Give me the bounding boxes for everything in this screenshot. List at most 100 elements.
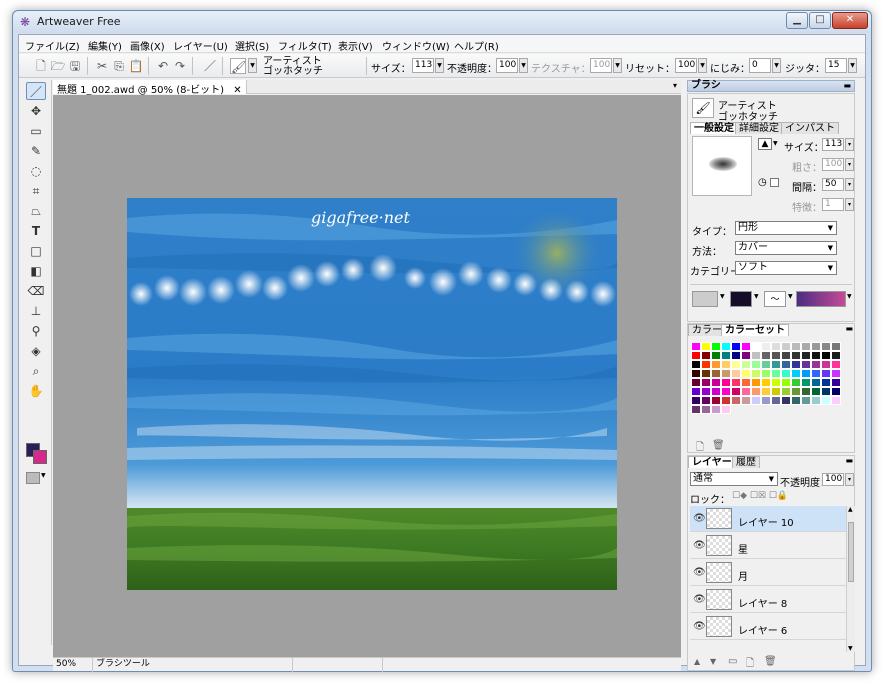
color-swatch[interactable] [811,396,821,405]
color-swatch[interactable] [741,342,751,351]
color-swatch[interactable] [791,342,801,351]
painting-canvas[interactable]: gigafree·net [127,198,618,590]
color-swatch[interactable] [731,396,741,405]
brush-size-input[interactable]: 113 [822,138,844,151]
delete-swatch-icon[interactable]: 🗑 [712,440,725,451]
brush-shape-icon[interactable]: ▲ [758,138,772,150]
color-swatch[interactable] [781,378,791,387]
layer-opacity-input[interactable]: 100 [822,473,844,486]
color-swatch[interactable] [831,351,841,360]
grain-dropdown-icon[interactable]: ▼ [720,293,725,300]
color-swatch[interactable] [741,387,751,396]
color-swatch[interactable] [721,396,731,405]
color-swatch[interactable] [721,405,731,414]
color-swatch[interactable] [771,378,781,387]
blur-input[interactable]: 0 [749,58,771,73]
brush-preset-icon[interactable]: 🖌 [692,98,714,118]
menu-help[interactable]: ヘルプ(R) [454,38,499,53]
color-swatch[interactable] [701,387,711,396]
color-swatch[interactable] [701,369,711,378]
color-swatch[interactable] [741,378,751,387]
opacity-dropdown[interactable]: ▼ [519,58,528,73]
color-swatch[interactable] [741,396,751,405]
brush-preset-dropdown[interactable]: ▼ [248,58,257,73]
eyedropper-tool-icon[interactable]: ⚲ [26,322,46,340]
pattern-dropdown-icon[interactable]: ▼ [754,293,759,300]
color-swatch[interactable] [761,342,771,351]
color-swatch[interactable] [781,351,791,360]
color-swatch[interactable] [731,351,741,360]
stroke-preview-icon[interactable]: 〜 [764,291,786,307]
pressure-checkbox[interactable] [770,178,779,187]
color-swatch[interactable] [771,360,781,369]
color-swatch[interactable] [751,351,761,360]
tab-general[interactable]: 一般設定 [690,122,738,134]
delete-layer-icon[interactable]: 🗑 [764,656,777,667]
brush-type-select[interactable]: 円形 ▼ [735,221,837,235]
visibility-eye-icon[interactable]: 👁 [693,540,706,551]
reset-input[interactable]: 100 [675,58,697,73]
layer-up-icon[interactable]: ▲ [694,657,700,666]
color-swatch[interactable] [721,351,731,360]
new-file-icon[interactable]: 🗋 [33,58,49,74]
color-swatch[interactable] [781,396,791,405]
color-swatch[interactable] [821,342,831,351]
visibility-eye-icon[interactable]: 👁 [693,513,706,524]
color-swatch[interactable] [811,351,821,360]
scroll-up-icon[interactable]: ▲ [848,506,853,513]
color-swatch[interactable] [791,387,801,396]
color-swatch[interactable] [821,369,831,378]
color-swatch[interactable] [711,342,721,351]
reset-dropdown[interactable]: ▼ [698,58,707,73]
menu-layer[interactable]: レイヤー(U) [173,38,228,53]
layer-row[interactable]: 👁 レイヤー 10 [690,506,853,532]
color-swatch[interactable] [821,351,831,360]
spacing-spin[interactable]: ▾ [845,178,854,191]
color-swatch[interactable] [801,396,811,405]
color-swatch[interactable] [801,378,811,387]
color-swatch[interactable] [721,369,731,378]
pencil-tool-icon[interactable]: ✎ [26,142,46,160]
tab-impasto[interactable]: インパスト [781,122,839,134]
background-color-swatch[interactable] [33,450,47,464]
scroll-down-icon[interactable]: ▼ [848,645,853,652]
tab-advanced[interactable]: 詳細設定 [735,122,783,134]
brush-tool[interactable]: ／ [26,82,46,100]
color-swatch[interactable] [691,378,701,387]
color-swatch[interactable] [771,369,781,378]
color-mode-button[interactable] [26,472,40,484]
color-swatch[interactable] [751,342,761,351]
menu-filter[interactable]: フィルタ(T) [278,38,332,53]
zoom-level[interactable]: 50% [53,658,93,672]
color-swatch[interactable] [701,351,711,360]
color-swatch[interactable] [711,378,721,387]
color-swatch[interactable] [701,378,711,387]
color-swatch[interactable] [811,369,821,378]
color-swatch[interactable] [711,405,721,414]
open-file-icon[interactable]: 🗁 [50,58,66,74]
color-swatch[interactable] [751,360,761,369]
panel-menu-icon[interactable]: ▬ [845,456,853,465]
brush-tool-icon[interactable]: ／ [202,58,218,74]
perspective-tool-icon[interactable]: ⏢ [26,202,46,220]
brush-method-select[interactable]: カバー ▼ [735,241,837,255]
color-swatch[interactable] [721,387,731,396]
paste-icon[interactable]: 📋 [128,58,144,74]
color-swatch[interactable] [721,360,731,369]
gradient-dropdown-icon[interactable]: ▼ [847,293,852,300]
color-swatch[interactable] [691,342,701,351]
color-swatch[interactable] [771,342,781,351]
eraser-tool-icon[interactable]: ⌫ [26,282,46,300]
color-swatch[interactable] [761,351,771,360]
color-swatch[interactable] [691,351,701,360]
color-swatch[interactable] [831,369,841,378]
size-input[interactable]: 113 [412,58,434,73]
color-swatch[interactable] [691,396,701,405]
color-swatch[interactable] [701,342,711,351]
gradient-preview[interactable] [796,291,846,307]
visibility-eye-icon[interactable]: 👁 [693,621,706,632]
color-swatch[interactable] [751,396,761,405]
color-swatch[interactable] [701,396,711,405]
color-swatch[interactable] [691,369,701,378]
spacing-input[interactable]: 50 [822,178,844,191]
